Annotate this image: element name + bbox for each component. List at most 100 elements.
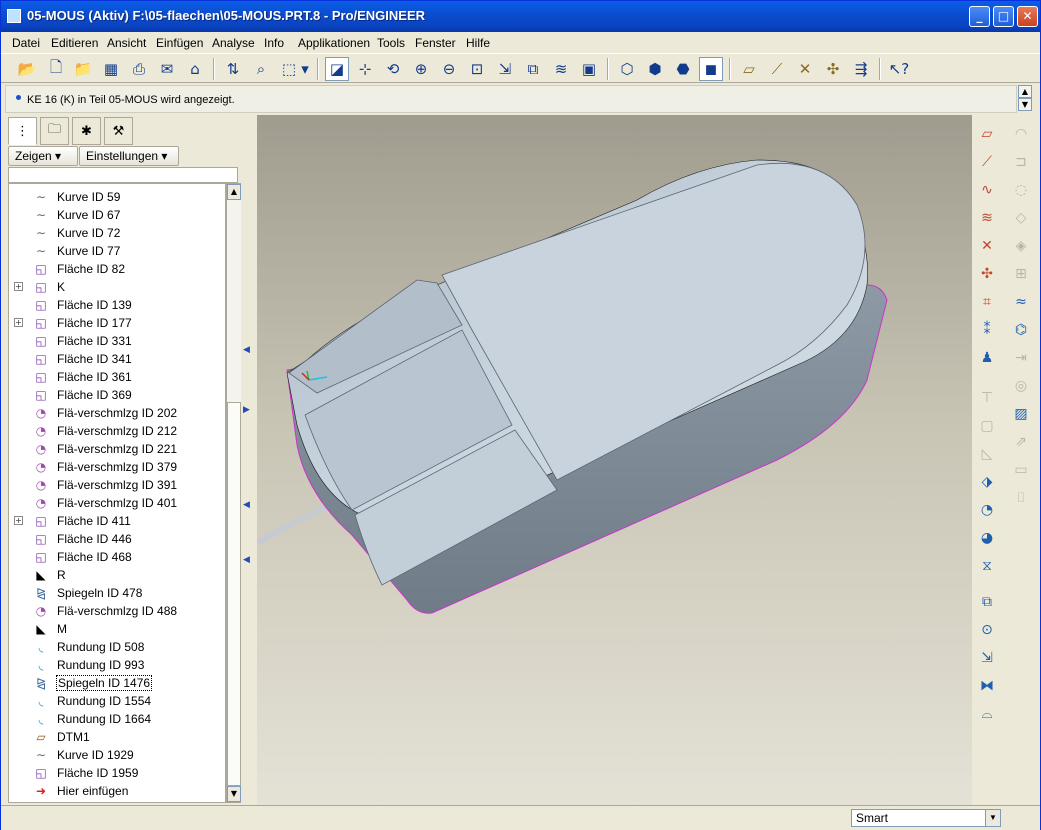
menu-einfuegen[interactable]: Einfügen — [156, 36, 203, 50]
expand-icon[interactable]: + — [14, 282, 23, 291]
show-dropdown[interactable]: Zeigen ▾ — [8, 146, 78, 166]
tree-filter-field[interactable] — [8, 167, 238, 183]
menu-analyse[interactable]: Analyse — [212, 36, 255, 50]
surface-tool-icon[interactable]: ▨ — [1010, 403, 1032, 425]
mail-icon[interactable]: ✉ — [155, 57, 179, 81]
wireframe-icon[interactable]: ⬡ — [615, 57, 639, 81]
extend-tool-icon[interactable]: ⇗ — [1010, 431, 1032, 453]
tree-scrollbar[interactable]: ▲ ▼ — [226, 183, 242, 803]
chevron-down-icon[interactable]: ▼ — [985, 810, 1000, 826]
menu-fenster[interactable]: Fenster — [415, 36, 456, 50]
menu-editieren[interactable]: Editieren — [51, 36, 98, 50]
favorites-tab[interactable]: ✱ — [72, 117, 101, 145]
tree-row[interactable]: ◱ Fläche ID 446 — [9, 530, 225, 548]
layers-icon[interactable]: ≋ — [549, 57, 573, 81]
repaint-icon[interactable]: ◪ — [325, 57, 349, 81]
datum-plane-display-icon[interactable]: ▱ — [737, 57, 761, 81]
select-box-icon[interactable]: ⬚ — [277, 57, 301, 81]
tree-row[interactable]: ◱ Fläche ID 139 — [9, 296, 225, 314]
shell-tool-icon[interactable]: ◠ — [1010, 123, 1032, 145]
tree-row[interactable]: ∼ Kurve ID 77 — [9, 242, 225, 260]
select-dropdown-icon[interactable]: ▾ — [299, 57, 311, 81]
menu-tools[interactable]: Tools — [377, 36, 405, 50]
thicken-tool-icon[interactable]: ⌷ — [1010, 487, 1032, 509]
tree-row[interactable]: ∼ Kurve ID 1929 — [9, 746, 225, 764]
context-help-icon[interactable]: ↖? — [887, 57, 911, 81]
scroll-thumb[interactable] — [227, 402, 241, 786]
tree-row[interactable]: ◔ Flä-verschmlzg ID 401 — [9, 494, 225, 512]
selection-filter-select[interactable]: Smart ▼ — [851, 809, 1001, 827]
close-icon[interactable]: ✕ — [1017, 6, 1038, 27]
annotation-display-icon[interactable]: ⇶ — [849, 57, 873, 81]
offset-dim-icon[interactable]: ◎ — [1010, 375, 1032, 397]
relation-tool-icon[interactable]: ⁑ — [976, 319, 998, 341]
sketch-curve-tool-icon[interactable]: ∿ — [976, 179, 998, 201]
tree-row[interactable]: + ◱ Fläche ID 177 — [9, 314, 225, 332]
revolve-dim-icon[interactable]: ◈ — [1010, 235, 1032, 257]
folder-browser-tab[interactable]: 🗀 — [40, 117, 69, 145]
tree-row[interactable]: ◱ Fläche ID 82 — [9, 260, 225, 278]
draft-dim-icon[interactable]: ◺ — [976, 443, 998, 465]
refit-icon[interactable]: ⊡ — [465, 57, 489, 81]
extrude-tool-icon[interactable]: ⬗ — [976, 471, 998, 493]
datum-axis-display-icon[interactable]: ⟋ — [765, 57, 789, 81]
tree-row[interactable]: ➜ Hier einfügen — [9, 782, 225, 800]
tree-row[interactable]: ◟ Rundung ID 1554 — [9, 692, 225, 710]
maximize-icon[interactable]: □ — [993, 6, 1014, 27]
datum-point-tool-icon[interactable]: ✕ — [976, 235, 998, 257]
collapse-left-icon[interactable]: ◀ — [243, 555, 250, 565]
menu-info[interactable]: Info — [264, 36, 284, 50]
tree-row[interactable]: ◱ Fläche ID 361 — [9, 368, 225, 386]
tree-row[interactable]: ◱ Fläche ID 331 — [9, 332, 225, 350]
shell-dim-icon[interactable]: ▢ — [976, 415, 998, 437]
regenerate-icon[interactable]: ⇅ — [221, 57, 245, 81]
collapse-left-icon[interactable]: ◀ — [243, 345, 250, 355]
tree-row[interactable]: ◱ Fläche ID 341 — [9, 350, 225, 368]
datum-axis-tool-icon[interactable]: ⟋ — [976, 151, 998, 173]
tree-row[interactable]: ◔ Flä-verschmlzg ID 488 — [9, 602, 225, 620]
pattern-tool-icon[interactable]: ⇲ — [976, 647, 998, 669]
tree-row[interactable]: ◔ Flä-verschmlzg ID 379 — [9, 458, 225, 476]
mirror-tool-icon[interactable]: ⧖ — [976, 555, 998, 577]
merge-tool-icon[interactable]: ⧓ — [976, 675, 998, 697]
orient-mode-icon[interactable]: ⟲ — [381, 57, 405, 81]
no-hidden-icon[interactable]: ⬣ — [671, 57, 695, 81]
menu-applikationen[interactable]: Applikationen — [298, 36, 370, 50]
trim-tool-icon[interactable]: ▭ — [1010, 459, 1032, 481]
panel-splitter[interactable]: ◀ ▶ ◀ ◀ — [241, 115, 255, 805]
reorient-icon[interactable]: ⇲ — [493, 57, 517, 81]
variable-section-sweep-icon[interactable]: ≈ — [1010, 291, 1032, 313]
analysis-feature-icon[interactable]: ⌗ — [976, 291, 998, 313]
pattern-dim-icon[interactable]: ⊞ — [1010, 263, 1032, 285]
settings-dropdown[interactable]: Einstellungen ▾ — [79, 146, 179, 166]
copy-tool-icon[interactable]: ⧉ — [976, 591, 998, 613]
graphics-viewport[interactable] — [257, 115, 972, 805]
round-tool-icon[interactable]: ◕ — [976, 527, 998, 549]
menu-datei[interactable]: Datei — [12, 36, 40, 50]
hole-tool-icon[interactable]: ⊤ — [976, 387, 998, 409]
tree-row[interactable]: ⧎ Spiegeln ID 1476 — [9, 674, 225, 692]
saved-views-icon[interactable]: ⧉ — [521, 57, 545, 81]
expand-icon[interactable]: + — [14, 318, 23, 327]
shading-icon[interactable]: ◼ — [699, 57, 723, 81]
scroll-down-icon[interactable]: ▼ — [227, 786, 241, 802]
user-feature-icon[interactable]: ♟ — [976, 347, 998, 369]
tree-row[interactable]: ◣ M — [9, 620, 225, 638]
expand-right-icon[interactable]: ▶ — [243, 405, 250, 415]
collapse-left-icon[interactable]: ◀ — [243, 500, 250, 510]
tree-row[interactable]: ◟ Rundung ID 993 — [9, 656, 225, 674]
datum-plane-tool-icon[interactable]: ▱ — [976, 123, 998, 145]
connections-tab[interactable]: ⚒ — [104, 117, 133, 145]
tree-row[interactable]: ◔ Flä-verschmlzg ID 202 — [9, 404, 225, 422]
find-icon[interactable]: ⌕ — [249, 57, 273, 81]
scroll-up-icon[interactable]: ▲ — [227, 184, 241, 200]
move-tool-icon[interactable]: ⊙ — [976, 619, 998, 641]
message-scroll-down-icon[interactable]: ▼ — [1018, 98, 1032, 111]
draft-tool-icon[interactable]: ◌ — [1010, 179, 1032, 201]
tree-row[interactable]: ◣ R — [9, 566, 225, 584]
minimize-icon[interactable]: _ — [969, 6, 990, 27]
offset-tool-icon[interactable]: ⌓ — [976, 703, 998, 725]
message-scrollbar[interactable]: ▲ ▼ — [1018, 85, 1032, 113]
send-icon[interactable]: ⌂ — [183, 57, 207, 81]
view-manager-icon[interactable]: ▣ — [577, 57, 601, 81]
